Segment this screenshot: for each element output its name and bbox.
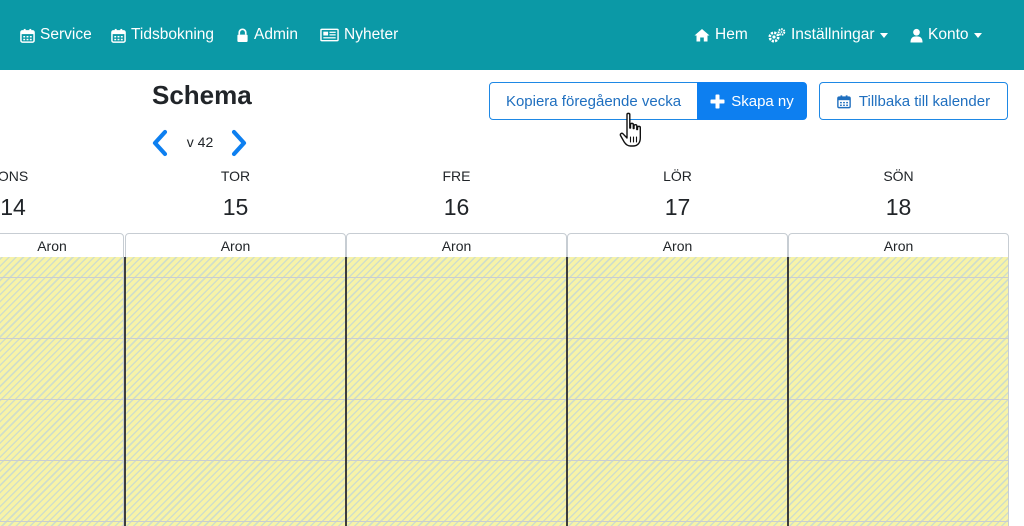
back-to-calendar-button[interactable]: Tillbaka till kalender <box>819 82 1008 120</box>
nav-admin[interactable]: Admin <box>236 0 298 70</box>
time-slot-divider <box>568 521 787 522</box>
calendar-icon <box>837 94 851 108</box>
time-slot-divider <box>126 399 345 400</box>
day-schedule-column[interactable] <box>787 257 1009 526</box>
day-schedule-column[interactable] <box>566 257 788 526</box>
create-new-button[interactable]: Skapa ny <box>697 82 807 120</box>
home-icon <box>694 29 710 42</box>
nav-installningar-dropdown[interactable]: Inställningar <box>768 0 888 70</box>
time-slot-divider <box>0 521 123 522</box>
time-slot-divider <box>126 277 345 278</box>
nav-admin-label: Admin <box>254 26 298 43</box>
previous-week-button[interactable] <box>148 126 172 160</box>
nav-hem[interactable]: Hem <box>694 0 748 70</box>
time-slot-divider <box>789 399 1008 400</box>
lock-icon <box>237 28 248 42</box>
week-navigator: v 42 <box>148 126 252 160</box>
day-schedule-column[interactable] <box>124 257 346 526</box>
day-name: SÖN <box>883 168 914 184</box>
user-icon <box>910 28 923 42</box>
time-slot-divider <box>126 521 345 522</box>
copy-previous-week-button[interactable]: Kopiera föregående vecka <box>489 82 698 120</box>
resource-header[interactable]: Aron <box>0 233 124 258</box>
day-schedule-column[interactable] <box>0 257 124 526</box>
nav-tidsbokning-label: Tidsbokning <box>131 26 215 43</box>
resource-header[interactable]: Aron <box>125 233 346 258</box>
nav-konto-dropdown[interactable]: Konto <box>910 0 982 70</box>
time-slot-divider <box>568 399 787 400</box>
time-slot-divider <box>0 277 123 278</box>
day-number: 18 <box>885 194 912 220</box>
time-slot-divider <box>126 338 345 339</box>
nav-nyheter[interactable]: Nyheter <box>320 0 398 70</box>
time-slot-divider <box>347 521 566 522</box>
hand-pointer-cursor-icon <box>619 112 641 147</box>
nav-installningar-label: Inställningar <box>791 26 875 43</box>
day-name: TOR <box>220 168 251 184</box>
day-number: 15 <box>222 194 249 220</box>
copy-previous-week-label: Kopiera föregående vecka <box>505 92 682 110</box>
time-slot-divider <box>789 277 1008 278</box>
caret-down-icon <box>973 33 982 38</box>
time-slot-divider <box>347 399 566 400</box>
newspaper-icon <box>320 28 339 42</box>
plus-icon <box>710 94 725 108</box>
time-slot-divider <box>789 460 1008 461</box>
time-slot-divider <box>789 521 1008 522</box>
time-slot-divider <box>347 460 566 461</box>
day-number: 16 <box>443 194 470 220</box>
nav-service[interactable]: Service <box>20 0 92 70</box>
time-slot-divider <box>568 277 787 278</box>
time-slot-divider <box>0 338 123 339</box>
create-new-label: Skapa ny <box>731 92 794 110</box>
resource-header[interactable]: Aron <box>346 233 567 258</box>
day-number: 17 <box>664 194 691 220</box>
time-slot-divider <box>347 338 566 339</box>
caret-down-icon <box>879 33 888 38</box>
chevron-left-icon <box>152 129 168 157</box>
day-schedule-column[interactable] <box>345 257 567 526</box>
week-label: v 42 <box>186 134 214 150</box>
day-number: 14 <box>0 194 26 220</box>
nav-nyheter-label: Nyheter <box>344 26 399 43</box>
top-navbar: Service Tidsbokning Admin Nyheter Hem In… <box>0 0 1024 70</box>
day-name: LÖR <box>663 168 692 184</box>
calendar-icon <box>20 28 35 43</box>
back-to-calendar-label: Tillbaka till kalender <box>858 92 991 110</box>
resource-header[interactable]: Aron <box>567 233 788 258</box>
resource-header[interactable]: Aron <box>788 233 1009 258</box>
next-week-button[interactable] <box>227 126 251 160</box>
time-slot-divider <box>789 338 1008 339</box>
calendar-icon <box>111 28 126 43</box>
time-slot-divider <box>347 277 566 278</box>
day-name: ONS <box>0 168 29 184</box>
nav-konto-label: Konto <box>928 26 969 43</box>
gears-icon <box>768 27 786 42</box>
day-name: FRE <box>442 168 471 184</box>
time-slot-divider <box>0 460 123 461</box>
chevron-right-icon <box>231 129 247 157</box>
nav-tidsbokning[interactable]: Tidsbokning <box>111 0 214 70</box>
time-slot-divider <box>568 460 787 461</box>
page-title: Schema <box>152 80 252 110</box>
time-slot-divider <box>126 460 345 461</box>
time-slot-divider <box>0 399 123 400</box>
nav-service-label: Service <box>40 26 92 43</box>
time-slot-divider <box>568 338 787 339</box>
nav-hem-label: Hem <box>715 26 748 43</box>
